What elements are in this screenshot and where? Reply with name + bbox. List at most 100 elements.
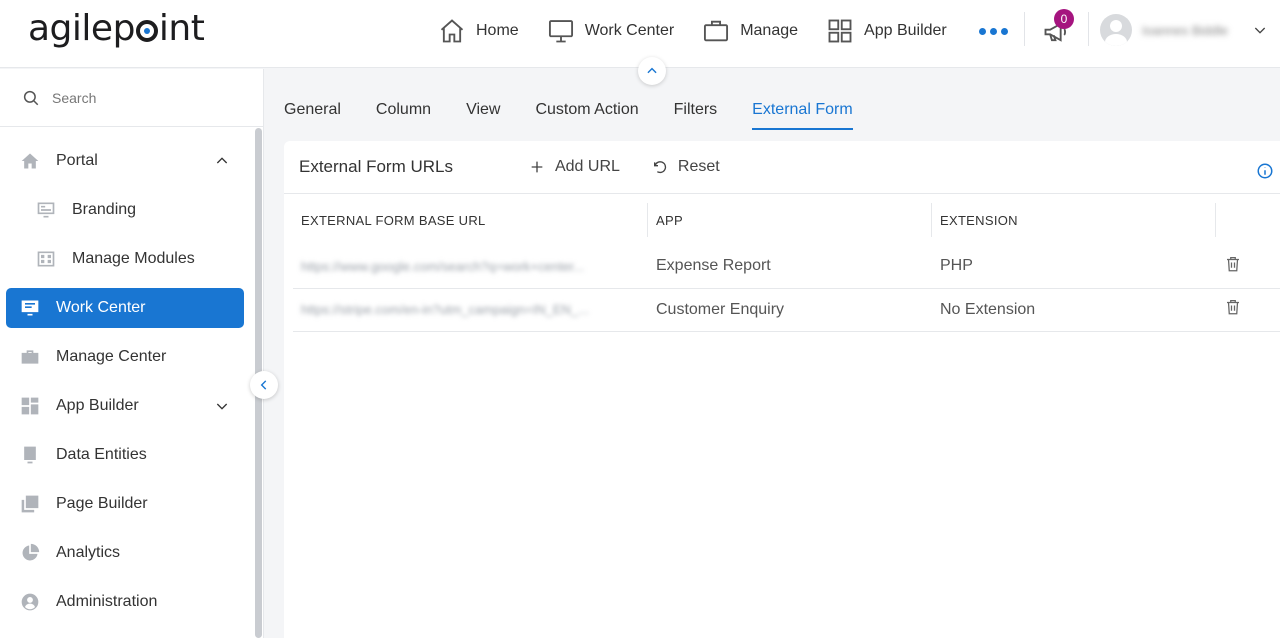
modules-icon [37,251,55,267]
reset-button[interactable]: Reset [652,158,720,176]
collapse-sidebar-button[interactable] [250,371,278,399]
nav-home[interactable]: Home [438,17,519,45]
sidebar-item-branding[interactable]: Branding [6,190,244,230]
pages-icon [21,495,39,513]
briefcase-icon [704,20,729,42]
cell-extension: PHP [932,245,1216,289]
monitor-icon [548,20,573,43]
column-header-label: APP [656,212,683,228]
grid-icon [21,397,39,415]
more-dots-icon[interactable] [978,27,1008,35]
briefcase-icon [21,350,39,364]
tab-column[interactable]: Column [376,101,431,130]
tab-view[interactable]: View [466,101,500,130]
sidebar-item-label: App Builder [56,397,139,414]
nav-app-builder-label: App Builder [864,22,947,39]
sidebar-item-data-entities[interactable]: Data Entities [6,435,244,475]
cell-url: https://www.google.com/search?q=work+cen… [293,245,648,289]
delete-icon[interactable] [1224,255,1242,273]
table-header-row: EXTERNAL FORM BASE URL APP EXTENSION [293,195,1280,245]
reset-label: Reset [677,158,720,175]
sidebar-menu: Portal Branding Manage Modules Work Cent… [0,141,256,631]
tab-custom-action[interactable]: Custom Action [535,101,638,130]
table-row[interactable]: https://stripe.com/en-in?utm_campaign=IN… [293,288,1280,332]
search-icon [23,90,39,105]
table-row[interactable]: https://www.google.com/search?q=work+cen… [293,245,1280,289]
sidebar-item-work-center[interactable]: Work Center [6,288,244,328]
user-name: Ioannes Biddle [1142,22,1229,38]
column-header-url: EXTERNAL FORM BASE URL [293,195,648,245]
branding-icon [37,202,55,218]
sidebar-item-label: Analytics [56,544,121,561]
search-input[interactable] [52,89,232,106]
notifications-button[interactable]: 0 [1042,9,1074,46]
header-divider [1088,12,1089,46]
nav-home-label: Home [476,22,519,39]
agilepoint-logo[interactable]: agilep int [28,8,205,49]
tab-external-form[interactable]: External Form [752,101,853,130]
cell-url: https://stripe.com/en-in?utm_campaign=IN… [293,288,648,332]
cell-app: Expense Report [648,245,932,289]
home-icon [21,153,39,169]
chevron-up-icon[interactable] [214,153,230,169]
pie-icon [22,543,40,561]
column-header-app: APP [648,195,932,245]
sidebar-item-administration[interactable]: Administration [6,582,244,622]
sidebar-item-app-builder[interactable]: App Builder [6,386,244,426]
sidebar-item-manage-center[interactable]: Manage Center [6,337,244,377]
grid-icon [828,19,852,43]
panel-header: External Form URLs Add URL Reset [284,141,1280,194]
nav-work-center[interactable]: Work Center [547,17,675,45]
add-url-button[interactable]: Add URL [529,158,620,176]
admin-icon [21,593,39,611]
undo-icon [653,161,667,174]
sidebar-item-label: Page Builder [56,495,148,512]
home-icon [440,19,464,43]
sidebar-item-label: Portal [56,152,98,169]
top-navigation: Home Work Center Manage App Builder [438,16,1008,46]
sidebar-item-label: Work Center [56,299,146,316]
plus-icon [531,161,543,173]
database-icon [24,446,36,464]
cell-actions [1216,245,1280,289]
sidebar-item-label: Administration [56,593,158,610]
nav-manage-label: Manage [740,22,799,39]
sidebar-item-label: Manage Modules [72,250,195,267]
column-header-extension: EXTENSION [932,195,1216,245]
header-divider [1024,12,1025,46]
column-header-label: EXTENSION [940,212,1018,228]
chevron-up-icon [647,67,657,74]
notification-count-badge: 0 [1054,9,1074,29]
avatar [1100,14,1132,46]
sidebar-item-portal[interactable]: Portal [6,141,244,181]
sidebar-item-label: Manage Center [56,348,167,365]
sidebar-item-manage-modules[interactable]: Manage Modules [6,239,244,279]
tab-general[interactable]: General [284,101,341,130]
nav-work-center-label: Work Center [584,22,675,39]
external-form-table: EXTERNAL FORM BASE URL APP EXTENSION htt… [293,195,1280,332]
cell-actions [1216,288,1280,332]
cell-extension: No Extension [932,288,1216,332]
external-form-panel: External Form URLs Add URL Reset EXTERNA… [284,141,1280,638]
chevron-down-icon [1254,27,1266,34]
tab-filters[interactable]: Filters [674,101,718,130]
cell-app: Customer Enquiry [648,288,932,332]
column-header-actions [1216,195,1280,245]
sidebar-search [0,69,263,127]
panel-title: External Form URLs [299,157,453,176]
sidebar-item-analytics[interactable]: Analytics [6,533,244,573]
sidebar: Portal Branding Manage Modules Work Cent… [0,69,264,638]
user-menu[interactable]: Ioannes Biddle [1100,14,1268,46]
nav-manage[interactable]: Manage [702,17,798,45]
nav-app-builder[interactable]: App Builder [826,17,947,45]
info-icon[interactable] [1256,162,1274,180]
top-header: agilep int Home Work Center Manage App Bu… [0,0,1280,68]
sidebar-item-label: Branding [72,201,137,218]
settings-tabs: General Column View Custom Action Filter… [284,101,888,130]
column-header-label: EXTERNAL FORM BASE URL [301,212,486,228]
chevron-down-icon[interactable] [214,398,230,414]
add-url-label: Add URL [554,158,620,175]
delete-icon[interactable] [1224,298,1242,316]
collapse-header-button[interactable] [638,57,666,85]
sidebar-item-page-builder[interactable]: Page Builder [6,484,244,524]
